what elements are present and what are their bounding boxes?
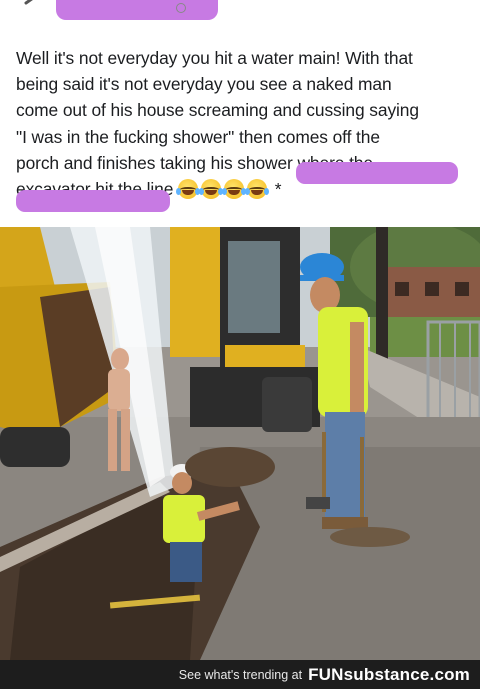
post-text-line: being said it's not everyday you see a n… [16,74,392,95]
trailing-asterisk: * [274,179,282,200]
back-arrow-icon[interactable] [22,0,40,12]
tears-of-joy-emoji-icon [176,179,201,200]
tears-of-joy-emoji-icon [199,179,224,200]
post-photo[interactable] [0,227,480,660]
post-text-line: come out of his house screaming and cuss… [16,100,419,121]
redacted-name-block [56,0,218,20]
tears-of-joy-emoji-icon [222,179,247,200]
redacted-location-block-2 [16,190,170,212]
funsubstance-logo[interactable]: FUNsubstance.com [308,665,470,685]
tears-of-joy-emoji-icon [245,179,270,200]
photo-illustration [0,227,480,660]
globe-icon [176,3,186,13]
post-header [0,0,480,30]
emoji-row [176,179,275,200]
watermark-footer: See what's trending at FUNsubstance.com [0,660,480,689]
footer-tagline: See what's trending at [178,667,303,682]
post-text-line: Well it's not everyday you hit a water m… [16,48,413,68]
post-text-line: "I was in the fucking shower" then comes… [16,126,380,147]
redacted-location-block [296,162,458,184]
